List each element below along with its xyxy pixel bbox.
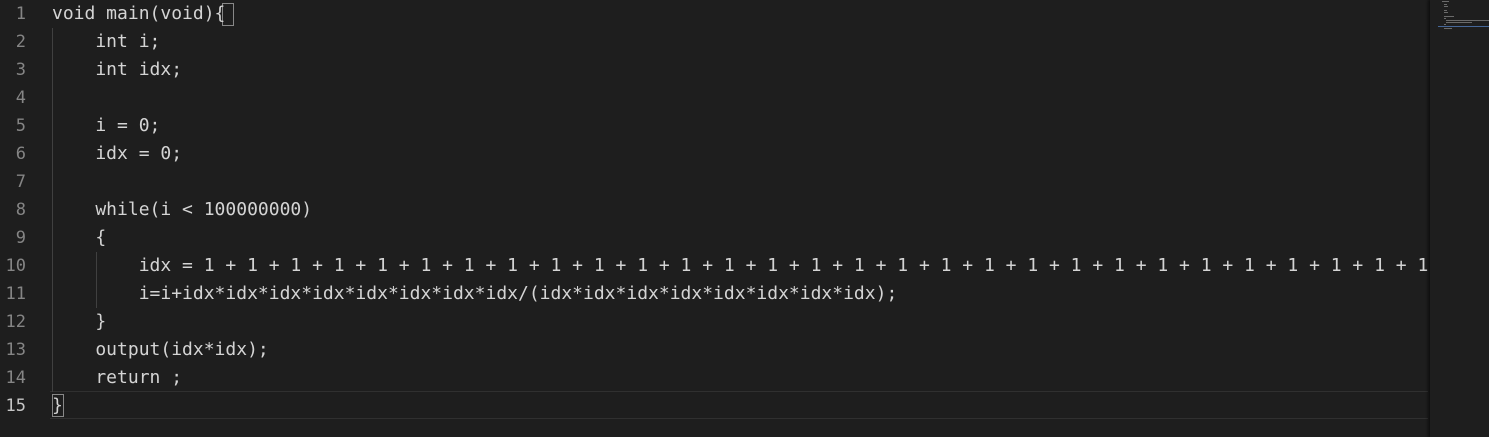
- code-line[interactable]: i=i+idx*idx*idx*idx*idx*idx*idx*idx/(idx…: [52, 280, 898, 308]
- minimap-line: [1446, 22, 1472, 23]
- line-number: 10: [5, 256, 26, 276]
- minimap[interactable]: [1430, 0, 1489, 437]
- code-line[interactable]: idx = 0;: [52, 140, 182, 168]
- line-number: 4: [15, 88, 26, 108]
- code-line[interactable]: return ;: [52, 364, 182, 392]
- code-line[interactable]: }: [52, 308, 106, 336]
- minimap-line: [1444, 4, 1447, 5]
- minimap-line: [1444, 16, 1454, 17]
- minimap-line: [1444, 12, 1448, 13]
- line-number: 12: [5, 312, 26, 332]
- code-line[interactable]: while(i < 100000000): [52, 196, 312, 224]
- code-line[interactable]: void main(void){: [52, 0, 225, 28]
- line-number: 6: [15, 144, 26, 164]
- line-number: 8: [15, 200, 26, 220]
- code-editor[interactable]: 1 2 3 4 5 6 7 8 9 10 11 12 13 14 15 void…: [0, 0, 1489, 437]
- line-number-gutter: 1 2 3 4 5 6 7 8 9 10 11 12 13 14 15: [0, 0, 50, 437]
- code-line[interactable]: output(idx*idx);: [52, 336, 268, 364]
- line-number: 14: [5, 368, 26, 388]
- minimap-line: [1444, 24, 1446, 25]
- minimap-line: [1444, 10, 1447, 11]
- line-number: 13: [5, 340, 26, 360]
- minimap-line: [1446, 20, 1489, 21]
- line-number: 9: [15, 228, 26, 248]
- line-number: 2: [15, 32, 26, 52]
- line-number-active: 15: [5, 396, 26, 416]
- code-line[interactable]: {: [52, 224, 106, 252]
- line-number: 11: [5, 284, 26, 304]
- line-number: 5: [15, 116, 26, 136]
- code-line[interactable]: i = 0;: [52, 112, 160, 140]
- code-line[interactable]: int idx;: [52, 56, 182, 84]
- minimap-line: [1444, 18, 1446, 19]
- code-line[interactable]: int i;: [52, 28, 160, 56]
- code-text-area[interactable]: void main(void){ int i; int idx; i = 0; …: [52, 0, 1428, 437]
- line-number: 7: [15, 172, 26, 192]
- minimap-line-accent: [1438, 26, 1489, 27]
- code-line[interactable]: idx = 1 + 1 + 1 + 1 + 1 + 1 + 1 + 1 + 1 …: [52, 252, 1428, 280]
- minimap-line: [1444, 6, 1448, 7]
- minimap-line: [1444, 28, 1452, 29]
- line-number: 1: [15, 4, 26, 24]
- minimap-line: [1442, 1, 1449, 2]
- line-number: 3: [15, 60, 26, 80]
- code-line[interactable]: }: [52, 392, 63, 420]
